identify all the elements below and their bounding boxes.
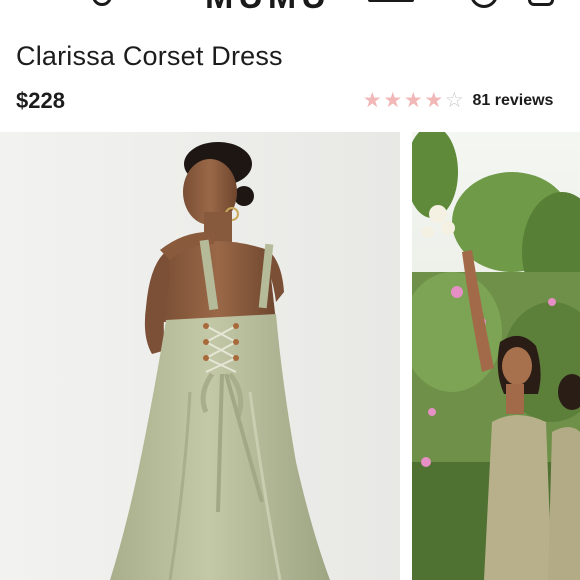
product-title: Clarissa Corset Dress [16, 41, 283, 71]
model-garden-illustration [412, 132, 580, 580]
star-icon: ★ [424, 89, 444, 112]
product-rating[interactable]: ★ ★ ★ ★ ☆ 81 reviews [362, 89, 554, 112]
account-icon[interactable] [470, 0, 498, 8]
star-icon: ★ [362, 89, 382, 112]
second-product-photo[interactable] [412, 132, 580, 580]
search-icon[interactable] [92, 0, 112, 6]
site-logo[interactable]: MUMU [205, 0, 331, 17]
product-price: $228 [16, 88, 65, 113]
reviews-link[interactable]: 81 reviews [473, 92, 554, 110]
model-back-view-illustration [0, 132, 400, 580]
star-icon: ★ [383, 89, 403, 112]
star-outline-icon: ☆ [444, 89, 464, 112]
main-product-photo[interactable] [0, 132, 400, 580]
header-link[interactable] [368, 0, 414, 2]
menu-icon[interactable] [14, 0, 38, 4]
cart-icon[interactable] [528, 0, 554, 6]
site-header: MUMU [0, 0, 580, 26]
star-icon: ★ [403, 89, 423, 112]
